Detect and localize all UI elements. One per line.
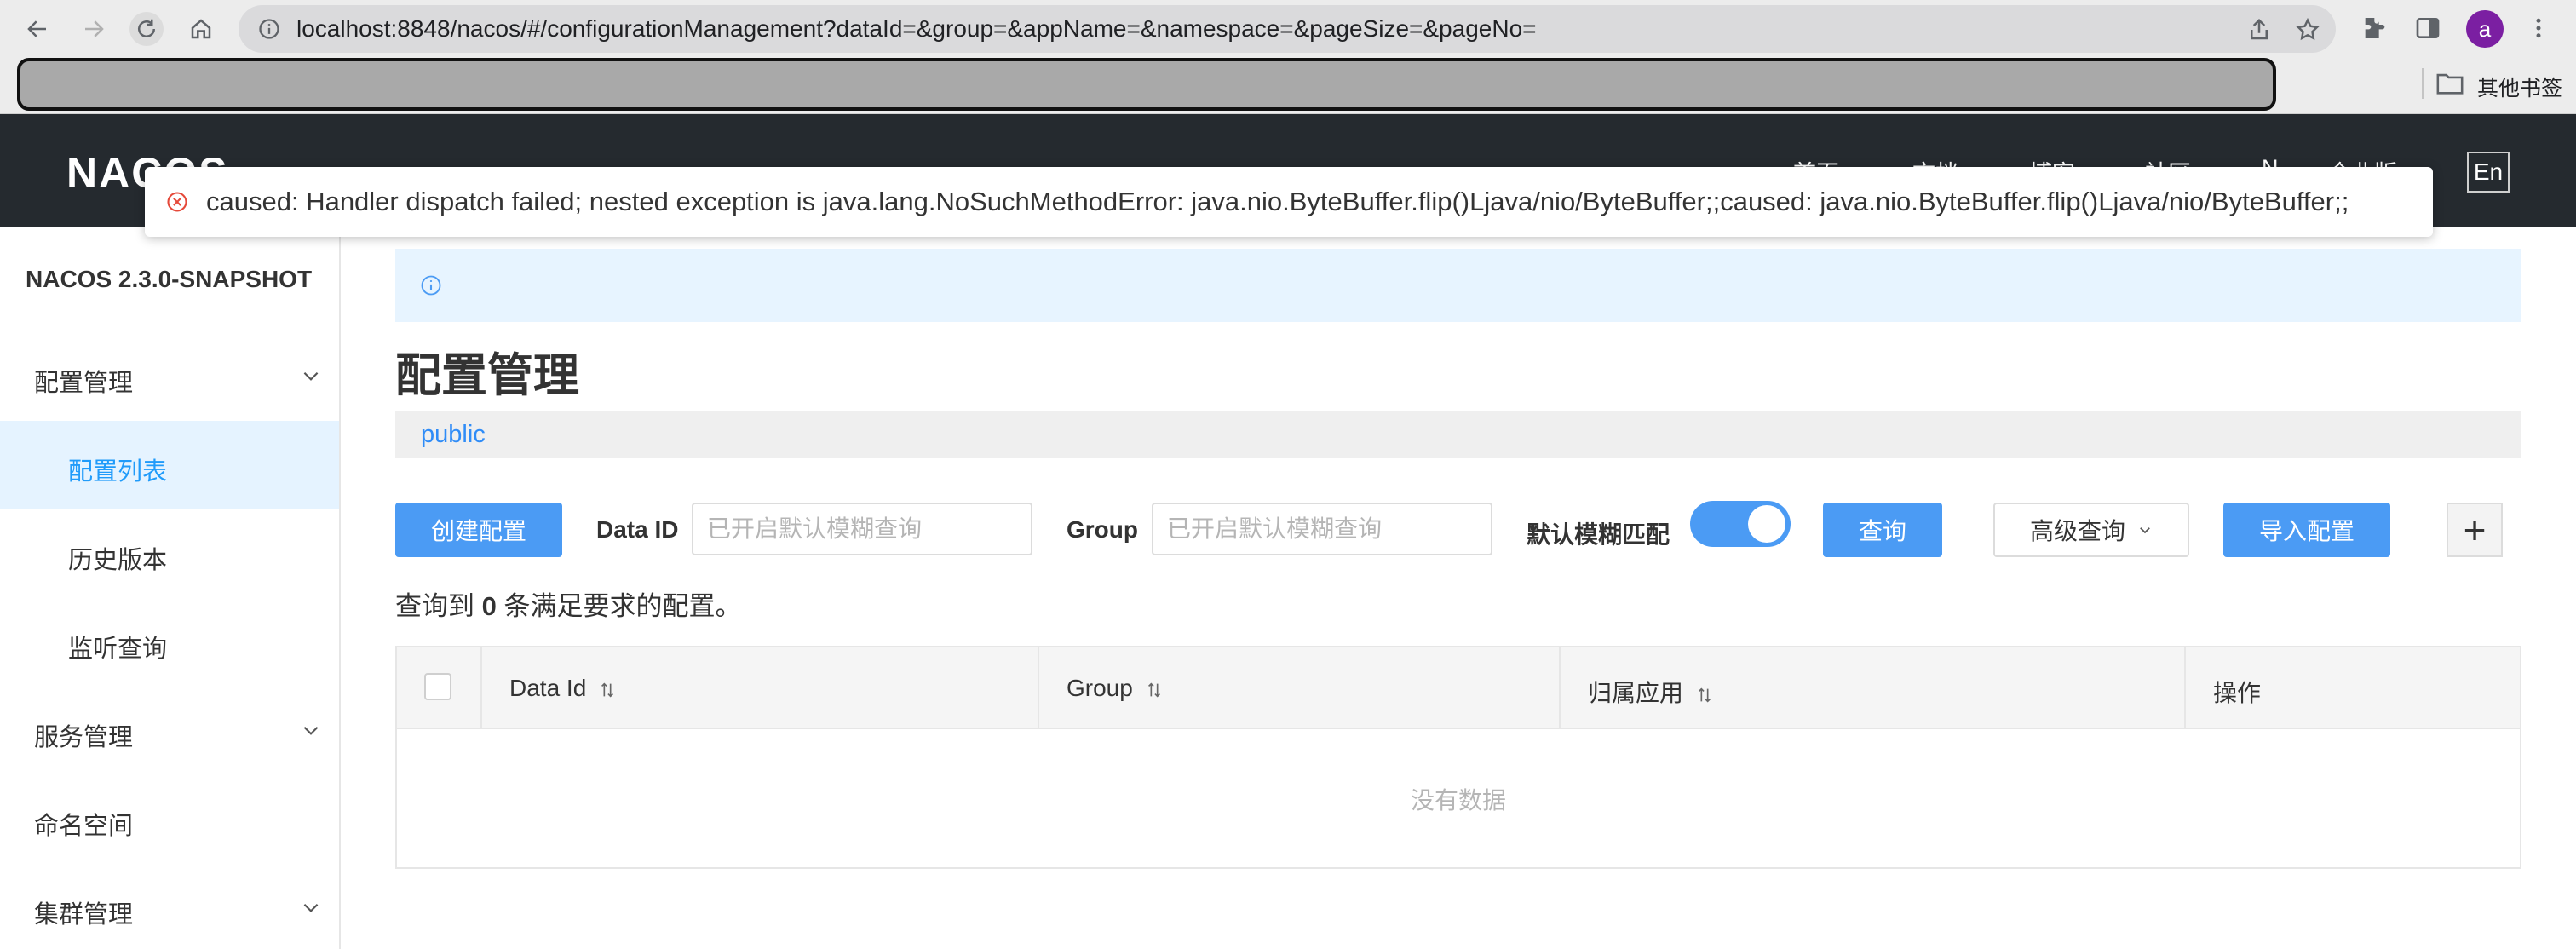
extensions-icon[interactable] [2360,14,2387,42]
star-icon[interactable] [2295,17,2320,43]
config-table: Data Id Group 归属应用 操作 没有数据 [395,646,2521,869]
chevron-down-icon [303,726,319,735]
sidebar-item-label: 配置列表 [68,458,168,486]
address-bar[interactable]: localhost:8848/nacos/#/configurationMana… [239,5,2336,53]
import-config-button[interactable]: 导入配置 [2223,503,2390,557]
sidebar: NACOS 2.3.0-SNAPSHOT 配置管理 配置列表 历史版本 监听查询… [0,227,341,949]
column-header-label: 操作 [2213,680,2262,706]
fuzzy-match-label: 默认模糊匹配 [1527,521,1670,548]
sidebar-item-service-management[interactable]: 服务管理 [0,687,339,775]
share-icon[interactable] [2246,17,2272,43]
sidebar-item-label: 集群管理 [34,901,134,929]
sidebar-item-config-list[interactable]: 配置列表 [0,421,339,509]
column-header-text: Group [1067,675,1133,701]
error-message: caused: Handler dispatch failed; nested … [206,187,2349,216]
column-header-actions: 操作 [2186,647,2520,728]
group-label: Group [1067,516,1138,543]
column-header-app[interactable]: 归属应用 [1561,647,2186,728]
info-notice [395,249,2521,322]
info-icon [421,275,441,296]
column-header-data-id[interactable]: Data Id [482,647,1039,728]
sidebar-item-config-management[interactable]: 配置管理 [0,332,339,421]
namespace-bar: public [395,411,2521,458]
url-text[interactable]: localhost:8848/nacos/#/configurationMana… [296,17,1537,41]
result-suffix: 条满足要求的配置。 [503,591,742,621]
language-switch-button[interactable]: En [2467,152,2510,193]
error-toast: caused: Handler dispatch failed; nested … [145,167,2433,237]
empty-state-text: 没有数据 [1410,787,1506,814]
error-circle-icon [167,192,187,212]
bookmark-folder-other[interactable]: 其他书签 [2477,72,2562,102]
column-header-group[interactable]: Group [1039,647,1561,728]
advanced-search-label: 高级查询 [2029,518,2125,544]
reload-button[interactable] [129,12,164,46]
bookmarks-bar: 其他书签 [0,56,2576,114]
sidebar-item-cluster-management[interactable]: 集群管理 [0,864,339,949]
select-all-checkbox[interactable] [424,673,451,700]
page-title: 配置管理 [395,350,579,401]
column-header-label: Group [1067,675,1164,702]
select-all-cell [397,647,482,728]
search-button[interactable]: 查询 [1823,503,1942,557]
sidebar-item-history[interactable]: 历史版本 [0,509,339,598]
result-prefix: 查询到 [395,591,474,621]
bookmarks-redacted-area [17,58,2276,111]
profile-avatar[interactable]: a [2466,10,2504,48]
chevron-down-icon [2140,527,2150,534]
column-header-text: Data Id [509,675,587,701]
bookmarks-separator [2422,68,2424,99]
version-label: NACOS 2.3.0-SNAPSHOT [26,266,313,292]
column-header-label: 归属应用 [1588,675,1714,709]
sidebar-item-namespace[interactable]: 命名空间 [0,775,339,864]
sidebar-item-label: 命名空间 [34,813,134,840]
home-button[interactable] [184,12,218,46]
column-header-label: Data Id [509,675,617,702]
arrow-right-icon [85,20,104,37]
group-input[interactable] [1152,503,1492,555]
data-id-input[interactable] [692,503,1032,555]
column-header-text: 归属应用 [1588,680,1684,706]
fuzzy-match-toggle[interactable] [1690,501,1791,547]
toggle-knob [1748,505,1785,543]
sidebar-item-label: 监听查询 [68,636,168,663]
side-panel-icon[interactable] [2414,14,2441,42]
info-icon[interactable] [257,17,281,41]
sort-icon[interactable] [598,681,617,699]
arrow-left-icon [27,20,46,37]
home-icon [191,19,211,39]
sidebar-item-label: 历史版本 [68,547,168,574]
chevron-down-icon [303,371,319,381]
sidebar-item-listener-query[interactable]: 监听查询 [0,598,339,687]
reload-icon [138,19,155,37]
add-button[interactable]: + [2447,503,2503,557]
sidebar-item-label: 配置管理 [34,370,134,397]
namespace-link-public[interactable]: public [421,421,486,449]
forward-button[interactable] [77,12,111,46]
more-vertical-icon[interactable] [2526,13,2551,43]
folder-icon [2436,73,2464,95]
sidebar-item-label: 服务管理 [34,724,134,751]
browser-toolbar: localhost:8848/nacos/#/configurationMana… [0,0,2576,56]
result-count: 0 [481,591,497,621]
data-id-label: Data ID [596,516,679,543]
advanced-search-button[interactable]: 高级查询 [1993,503,2189,557]
table-header: Data Id Group 归属应用 操作 [397,647,2520,729]
chevron-down-icon [303,903,319,912]
back-button[interactable] [20,12,55,46]
sort-icon[interactable] [1145,681,1164,699]
create-config-button[interactable]: 创建配置 [395,503,562,557]
sort-icon[interactable] [1695,686,1714,705]
result-summary: 查询到 0 条满足要求的配置。 [395,584,742,623]
